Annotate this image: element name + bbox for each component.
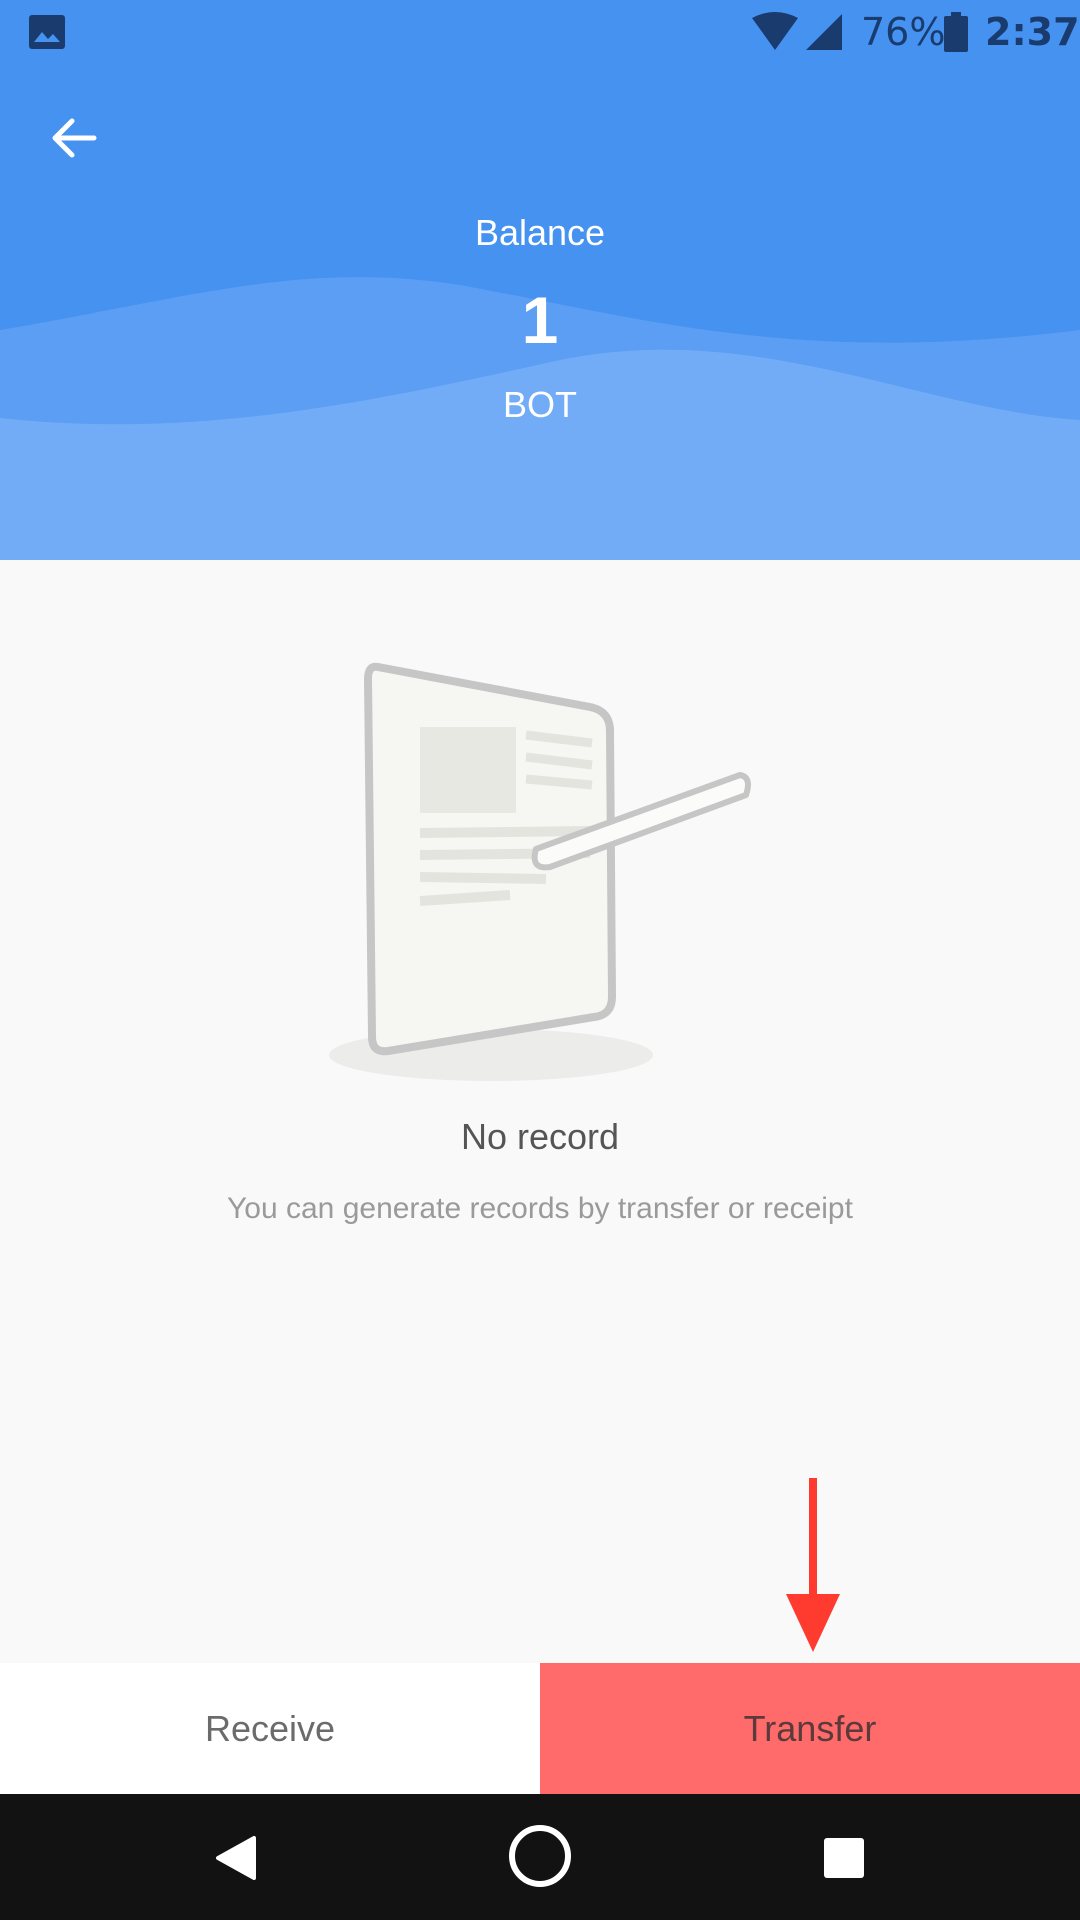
- receive-button-label: Receive: [204, 1707, 336, 1749]
- empty-state-description: You can generate records by transfer or …: [227, 1192, 853, 1225]
- nav-recents-icon[interactable]: [822, 1836, 866, 1880]
- battery-icon: [944, 12, 968, 52]
- balance-unit: BOT: [502, 384, 577, 425]
- header-wave-background: [0, 0, 1080, 560]
- transfer-button[interactable]: Transfer: [540, 1663, 1080, 1794]
- document-pencil-icon: [329, 662, 751, 1081]
- nav-home-icon[interactable]: [506, 1822, 574, 1890]
- annotation-arrow-down-icon: [786, 1478, 840, 1652]
- back-button[interactable]: [36, 100, 112, 176]
- navigation-bar: [0, 1794, 1080, 1920]
- nav-back-icon[interactable]: [210, 1830, 266, 1886]
- receive-button[interactable]: Receive: [0, 1663, 540, 1794]
- app-root: 76% 2:37 Balance 1 BOT No record You can…: [0, 0, 1080, 1920]
- balance-header: 76% 2:37 Balance 1 BOT: [0, 0, 1080, 560]
- empty-state-title: No record: [460, 1116, 620, 1157]
- balance-title: Balance: [474, 212, 606, 253]
- signal-icon: [806, 14, 842, 50]
- transfer-button-label: Transfer: [743, 1707, 877, 1749]
- arrow-left-icon: [52, 118, 97, 158]
- clock-time: 2:37: [985, 10, 1080, 54]
- wifi-icon: [752, 12, 798, 50]
- gallery-icon: [29, 15, 65, 49]
- action-bar: Receive Transfer: [0, 1663, 1080, 1794]
- balance-amount: 1: [521, 283, 559, 357]
- status-bar: 76% 2:37: [0, 0, 1080, 64]
- battery-percentage: 76%: [861, 10, 946, 54]
